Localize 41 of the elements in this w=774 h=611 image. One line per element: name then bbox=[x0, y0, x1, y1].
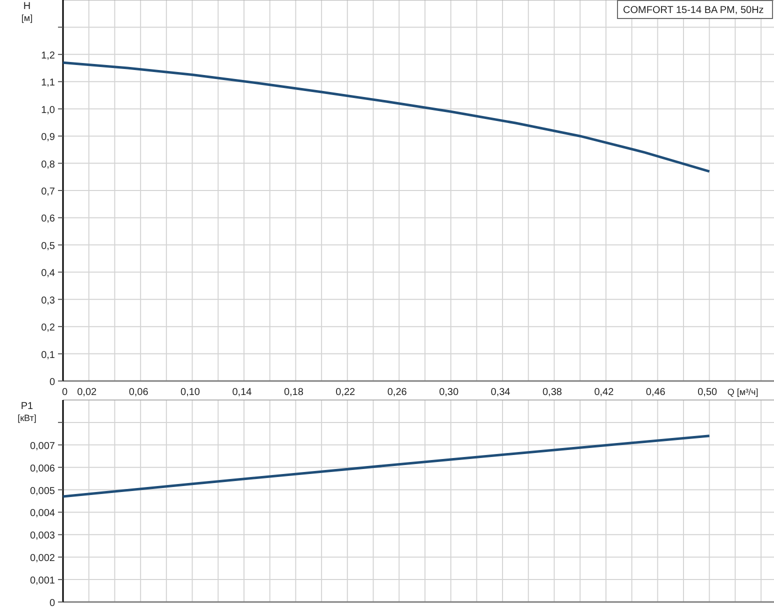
tick-label: 1,1 bbox=[41, 78, 55, 89]
tick-label: 0,8 bbox=[41, 159, 55, 170]
axis-unit: [м] bbox=[21, 13, 33, 23]
chart-legend: COMFORT 15-14 BA PM, 50Hz bbox=[617, 0, 773, 19]
tick-label: 0,34 bbox=[490, 387, 510, 398]
tick-label: 0,18 bbox=[284, 387, 304, 398]
tick-label: 0,005 bbox=[30, 486, 55, 497]
tick-label: 1,2 bbox=[41, 50, 55, 62]
tick-label: 0,5 bbox=[41, 240, 55, 252]
tick-label: 0,02 bbox=[77, 387, 97, 398]
tick-label: 0,1 bbox=[41, 350, 55, 361]
tick-label: 0,7 bbox=[41, 186, 55, 198]
axis-title: H bbox=[23, 1, 31, 12]
tick-label: 0,22 bbox=[336, 387, 356, 398]
tick-label: 0,30 bbox=[439, 387, 459, 398]
tick-label: 1,0 bbox=[41, 104, 55, 116]
tick-label: 0,001 bbox=[30, 576, 55, 587]
axis-title: P1 bbox=[20, 401, 34, 412]
tick-label: 0,4 bbox=[41, 268, 55, 280]
tick-label: 0,3 bbox=[41, 295, 55, 306]
tick-label: 0,14 bbox=[232, 387, 252, 398]
tick-label: 0,2 bbox=[41, 322, 55, 334]
tick-label: 0,46 bbox=[646, 387, 666, 398]
tick-label: 0,6 bbox=[41, 214, 55, 225]
tick-label: 0,003 bbox=[30, 530, 55, 542]
tick-label: 0,06 bbox=[128, 387, 148, 398]
tick-label: 0,006 bbox=[30, 463, 55, 474]
tick-label: 0,007 bbox=[30, 440, 55, 452]
axis-title: Q [м³/ч] bbox=[727, 387, 758, 397]
tick-label: 0,50 bbox=[698, 387, 718, 398]
axis-unit: [кВт] bbox=[18, 413, 36, 423]
tick-label: 0 bbox=[62, 387, 68, 398]
tick-label: 0 bbox=[49, 598, 55, 609]
tick-label: 0,002 bbox=[30, 553, 55, 564]
tick-label: 0,9 bbox=[41, 132, 55, 144]
tick-label: 0,26 bbox=[387, 387, 407, 398]
tick-label: 0,38 bbox=[542, 387, 562, 398]
tick-label: 0 bbox=[49, 377, 55, 388]
tick-label: 0,42 bbox=[594, 387, 614, 398]
tick-label: 0,004 bbox=[30, 508, 55, 520]
tick-label: 0,10 bbox=[180, 387, 200, 398]
